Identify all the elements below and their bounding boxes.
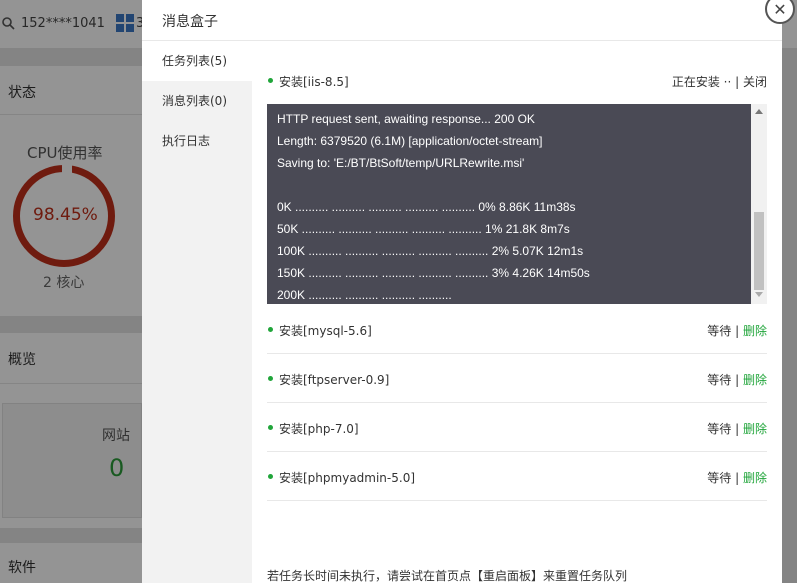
action-separator: |	[735, 75, 740, 89]
task-row: 安装[ftpserver-0.9] 等待 | 删除	[267, 354, 767, 403]
console-line: HTTP request sent, awaiting response... …	[277, 112, 535, 126]
action-separator: |	[735, 422, 740, 436]
console-output: HTTP request sent, awaiting response... …	[277, 108, 747, 304]
console-line: 50K .......... .......... .......... ...…	[277, 222, 570, 236]
delete-task-link[interactable]: 删除	[743, 471, 767, 485]
tab-label: 执行日志	[162, 134, 211, 148]
task-name: 安装[ftpserver-0.9]	[279, 373, 390, 387]
task-status: 等待	[707, 471, 732, 485]
task-status: 正在安装 ··	[671, 75, 732, 89]
task-row: 安装[phpmyadmin-5.0] 等待 | 删除	[267, 452, 767, 501]
close-task-link[interactable]: 关闭	[743, 75, 767, 89]
task-status: 等待	[707, 422, 732, 436]
tab-execution-log[interactable]: 执行日志	[142, 121, 252, 161]
task-status: 等待	[707, 324, 732, 338]
message-box-modal: 消息盒子 任务列表(5) 消息列表(0) 执行日志 安装[iis-8.5] 正在…	[142, 0, 782, 583]
delete-task-link[interactable]: 删除	[743, 422, 767, 436]
console-line: Length: 6379520 (6.1M) [application/octe…	[277, 134, 543, 148]
status-dot-icon	[268, 425, 273, 430]
task-name: 安装[phpmyadmin-5.0]	[279, 471, 416, 485]
modal-sidebar: 任务列表(5) 消息列表(0) 执行日志	[142, 41, 252, 583]
scroll-thumb[interactable]	[754, 212, 764, 290]
action-separator: |	[735, 324, 740, 338]
task-name: 安装[mysql-5.6]	[279, 324, 372, 338]
task-status: 等待	[707, 373, 732, 387]
install-log-console[interactable]: HTTP request sent, awaiting response... …	[267, 104, 767, 304]
modal-title: 消息盒子	[162, 14, 218, 30]
task-queue-tip: 若任务长时间未执行，请尝试在首页点【重启面板】来重置任务队列	[267, 569, 628, 583]
modal-header: 消息盒子	[142, 0, 782, 41]
close-icon: ✕	[773, 0, 787, 19]
console-line: 0K .......... .......... .......... ....…	[277, 200, 576, 214]
action-separator: |	[735, 373, 740, 387]
tab-message-list[interactable]: 消息列表(0)	[142, 81, 252, 121]
delete-task-link[interactable]: 删除	[743, 373, 767, 387]
task-actions: 等待 | 删除	[707, 469, 767, 486]
tab-label: 消息列表(0)	[162, 94, 227, 108]
task-actions: 等待 | 删除	[707, 322, 767, 339]
task-actions: 正在安装 ·· | 关闭	[672, 73, 767, 90]
status-dot-icon	[268, 376, 273, 381]
task-name: 安装[php-7.0]	[279, 422, 359, 436]
task-row: 安装[mysql-5.6] 等待 | 删除	[267, 305, 767, 354]
task-list-panel: 安装[iis-8.5] 正在安装 ·· | 关闭 HTTP request se…	[267, 41, 767, 583]
console-line: 150K .......... .......... .......... ..…	[277, 266, 590, 280]
status-dot-icon	[268, 474, 273, 479]
tab-label: 任务列表(5)	[162, 54, 227, 68]
current-task-row: 安装[iis-8.5] 正在安装 ·· | 关闭	[267, 65, 767, 95]
task-name: 安装[iis-8.5]	[279, 75, 349, 89]
task-row: 安装[php-7.0] 等待 | 删除	[267, 403, 767, 452]
scroll-up-icon[interactable]	[755, 109, 763, 114]
status-dot-icon	[268, 78, 273, 83]
tab-task-list[interactable]: 任务列表(5)	[142, 41, 252, 81]
console-scrollbar[interactable]	[751, 104, 767, 304]
task-actions: 等待 | 删除	[707, 420, 767, 437]
task-actions: 等待 | 删除	[707, 371, 767, 388]
scroll-down-icon[interactable]	[755, 292, 763, 297]
console-line: 200K .......... .......... .......... ..…	[277, 288, 452, 302]
action-separator: |	[735, 471, 740, 485]
console-line: 100K .......... .......... .......... ..…	[277, 244, 584, 258]
status-dot-icon	[268, 327, 273, 332]
console-line: Saving to: 'E:/BT/BtSoft/temp/URLRewrite…	[277, 156, 525, 170]
delete-task-link[interactable]: 删除	[743, 324, 767, 338]
